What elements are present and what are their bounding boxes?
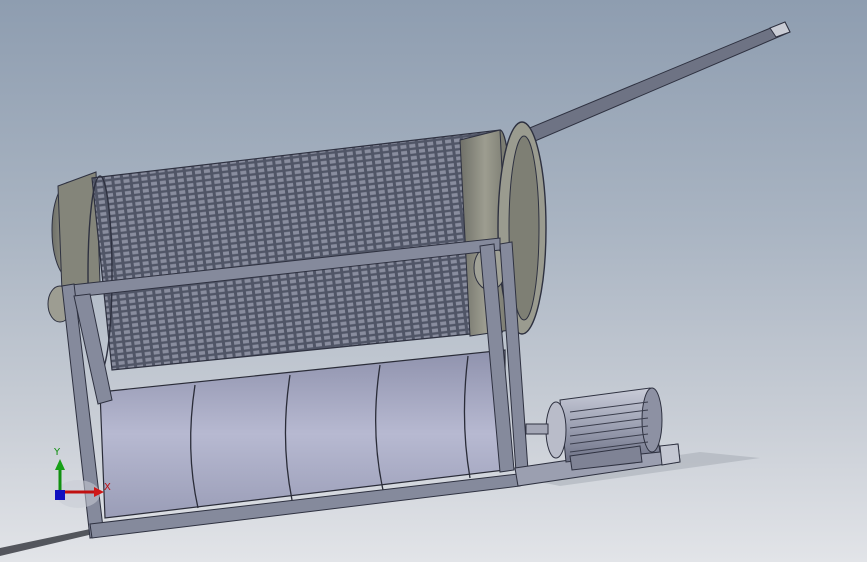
- electric-motor: [525, 387, 663, 471]
- model-scene: Y X: [0, 21, 791, 556]
- z-axis-icon: [55, 490, 65, 500]
- cad-viewport[interactable]: Y X: [0, 0, 867, 562]
- feed-handle: [519, 21, 791, 145]
- triad-x-label: X: [104, 482, 111, 493]
- triad-y-label: Y: [53, 447, 61, 458]
